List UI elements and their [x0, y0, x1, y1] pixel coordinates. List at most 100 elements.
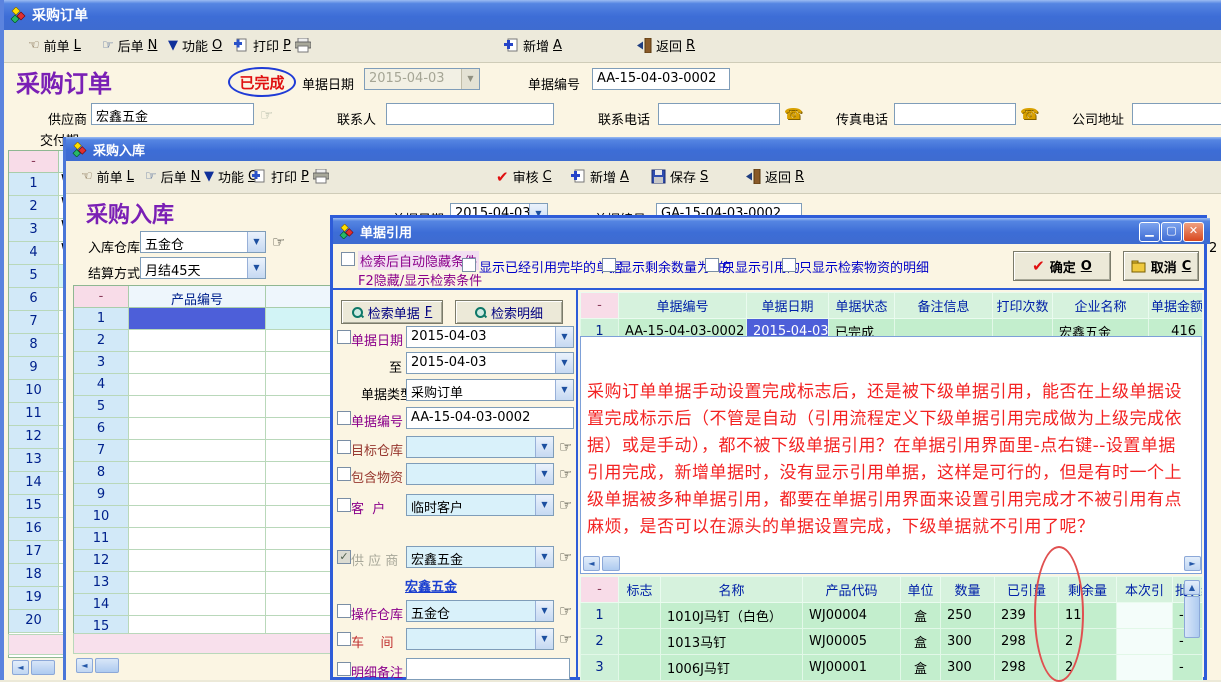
product-code-cell[interactable] — [129, 550, 266, 572]
address-input[interactable] — [1132, 103, 1221, 125]
table-row[interactable]: 31006J马钉WJ00001盒3002982- — [581, 655, 1203, 681]
contact-input[interactable] — [386, 103, 554, 125]
product-code-cell[interactable] — [129, 418, 266, 440]
dialog-titlebar[interactable]: 单据引用 ▁ ▢ ✕ — [333, 218, 1210, 244]
show-zero-checkbox[interactable] — [602, 258, 616, 272]
row-number-cell[interactable]: 10 — [9, 380, 59, 403]
supplier-picker-icon[interactable] — [260, 106, 273, 124]
material-combo[interactable]: ▼ — [406, 463, 554, 485]
chevron-down-icon[interactable]: ▼ — [247, 258, 265, 278]
scroll-thumb[interactable] — [602, 556, 620, 571]
row-number-cell[interactable]: 5 — [9, 265, 59, 288]
product-code-cell[interactable] — [129, 308, 266, 330]
data-cell[interactable]: 盒 — [901, 655, 941, 681]
data-cell[interactable]: 3 — [581, 655, 619, 681]
row-number-cell[interactable]: 20 — [9, 610, 59, 633]
row-number-cell[interactable]: 7 — [74, 440, 129, 462]
chevron-down-icon[interactable]: ▼ — [535, 464, 553, 484]
data-cell[interactable] — [619, 629, 661, 655]
product-code-cell[interactable] — [129, 594, 266, 616]
data-cell[interactable]: WJ00005 — [803, 629, 901, 655]
material-checkbox[interactable] — [337, 467, 351, 481]
data-cell[interactable]: 298 — [995, 629, 1059, 655]
function-button[interactable]: ▼ 功能O — [168, 36, 222, 55]
row-number-cell[interactable]: 10 — [74, 506, 129, 528]
cancel-button[interactable]: 取消 C — [1123, 251, 1199, 281]
row-number-cell[interactable]: 6 — [9, 288, 59, 311]
workshop-checkbox[interactable] — [337, 632, 351, 646]
audit-button[interactable]: ✔ 审核C — [496, 167, 552, 186]
workshop-picker-icon[interactable] — [559, 630, 572, 648]
search-details-button[interactable]: 检索明细 — [455, 300, 563, 324]
inbound-grid-hscrollbar[interactable]: ◄ — [76, 658, 119, 673]
prev-doc-button[interactable]: 前单L — [28, 36, 81, 55]
data-cell[interactable]: 239 — [995, 603, 1059, 629]
data-cell[interactable]: 300 — [941, 629, 995, 655]
doc-no-checkbox[interactable] — [337, 411, 351, 425]
data-cell[interactable]: 11 — [1059, 603, 1117, 629]
chevron-down-icon[interactable]: ▼ — [535, 601, 553, 621]
chevron-down-icon[interactable]: ▼ — [535, 437, 553, 457]
next-doc-button[interactable]: 后单N — [102, 36, 157, 55]
row-number-cell[interactable]: 11 — [9, 403, 59, 426]
target-wh-checkbox[interactable] — [337, 440, 351, 454]
chevron-down-icon[interactable]: ▼ — [555, 353, 573, 373]
next-doc-button[interactable]: 后单N — [145, 167, 200, 186]
maximize-button[interactable]: ▢ — [1161, 222, 1182, 242]
table-row[interactable]: 11010J马钉（白色）WJ00004盒25023911- — [581, 603, 1203, 629]
product-code-cell[interactable] — [129, 484, 266, 506]
data-cell[interactable]: 2 — [581, 629, 619, 655]
product-code-cell[interactable] — [129, 506, 266, 528]
supplier-input[interactable]: 宏鑫五金 — [91, 103, 254, 125]
data-cell[interactable]: 300 — [941, 655, 995, 681]
return-button[interactable]: 返回R — [637, 36, 695, 55]
detail-note-checkbox[interactable] — [337, 662, 351, 676]
scroll-thumb[interactable] — [1184, 596, 1200, 638]
row-number-cell[interactable]: 14 — [74, 594, 129, 616]
row-number-cell[interactable]: 1 — [9, 173, 59, 196]
product-code-cell[interactable] — [129, 374, 266, 396]
data-cell[interactable]: 298 — [995, 655, 1059, 681]
inbound-titlebar[interactable]: 采购入库 — [66, 137, 1221, 161]
supplier-combo[interactable]: 宏鑫五金▼ — [406, 546, 554, 568]
chevron-down-icon[interactable]: ▼ — [535, 495, 553, 515]
fax-input[interactable] — [894, 103, 1016, 125]
chevron-down-icon[interactable]: ▼ — [555, 380, 573, 400]
detail-note-input[interactable] — [406, 658, 570, 680]
data-cell[interactable]: 250 — [941, 603, 995, 629]
po-grid-hscrollbar[interactable]: ◄ — [12, 660, 55, 675]
only-referenced-checkbox[interactable] — [705, 258, 719, 272]
supplier-picker-icon[interactable] — [559, 548, 572, 566]
minimize-button[interactable]: ▁ — [1139, 222, 1160, 242]
workshop-combo[interactable]: ▼ — [406, 628, 554, 650]
po-date-combo[interactable]: 2015-04-03▼ — [364, 68, 480, 90]
customer-picker-icon[interactable] — [559, 496, 572, 514]
settle-combo[interactable]: 月结45天▼ — [140, 257, 266, 279]
row-number-cell[interactable]: 12 — [74, 550, 129, 572]
scroll-up-icon[interactable]: ▲ — [1184, 580, 1200, 595]
row-number-cell[interactable]: 6 — [74, 418, 129, 440]
date-to-combo[interactable]: 2015-04-03▼ — [406, 352, 574, 374]
return-button[interactable]: 返回R — [746, 167, 804, 186]
chevron-down-icon[interactable]: ▼ — [535, 547, 553, 567]
note-hscrollbar[interactable]: ◄ — [583, 556, 620, 571]
warehouse-picker-icon[interactable] — [272, 233, 285, 251]
print-button[interactable]: 打印P — [252, 167, 329, 186]
doc-type-combo[interactable]: 采购订单▼ — [406, 379, 574, 401]
data-cell[interactable]: WJ00001 — [803, 655, 901, 681]
data-cell[interactable] — [1117, 655, 1173, 681]
po-no-input[interactable]: AA-15-04-03-0002 — [592, 68, 730, 90]
data-cell[interactable]: 2 — [1059, 655, 1117, 681]
data-cell[interactable]: 1010J马钉（白色） — [661, 603, 803, 629]
row-number-cell[interactable]: 12 — [9, 426, 59, 449]
print-button[interactable]: 打印P — [234, 36, 311, 55]
auto-hide-checkbox[interactable] — [341, 252, 355, 266]
row-number-cell[interactable]: 1 — [74, 308, 129, 330]
data-cell[interactable]: - — [1173, 655, 1203, 681]
data-cell[interactable]: 1013马钉 — [661, 629, 803, 655]
row-number-cell[interactable]: 13 — [9, 449, 59, 472]
only-searched-checkbox[interactable] — [782, 258, 796, 272]
row-number-cell[interactable]: 7 — [9, 311, 59, 334]
data-cell[interactable]: 1 — [581, 603, 619, 629]
scroll-left-icon[interactable]: ◄ — [76, 658, 93, 673]
